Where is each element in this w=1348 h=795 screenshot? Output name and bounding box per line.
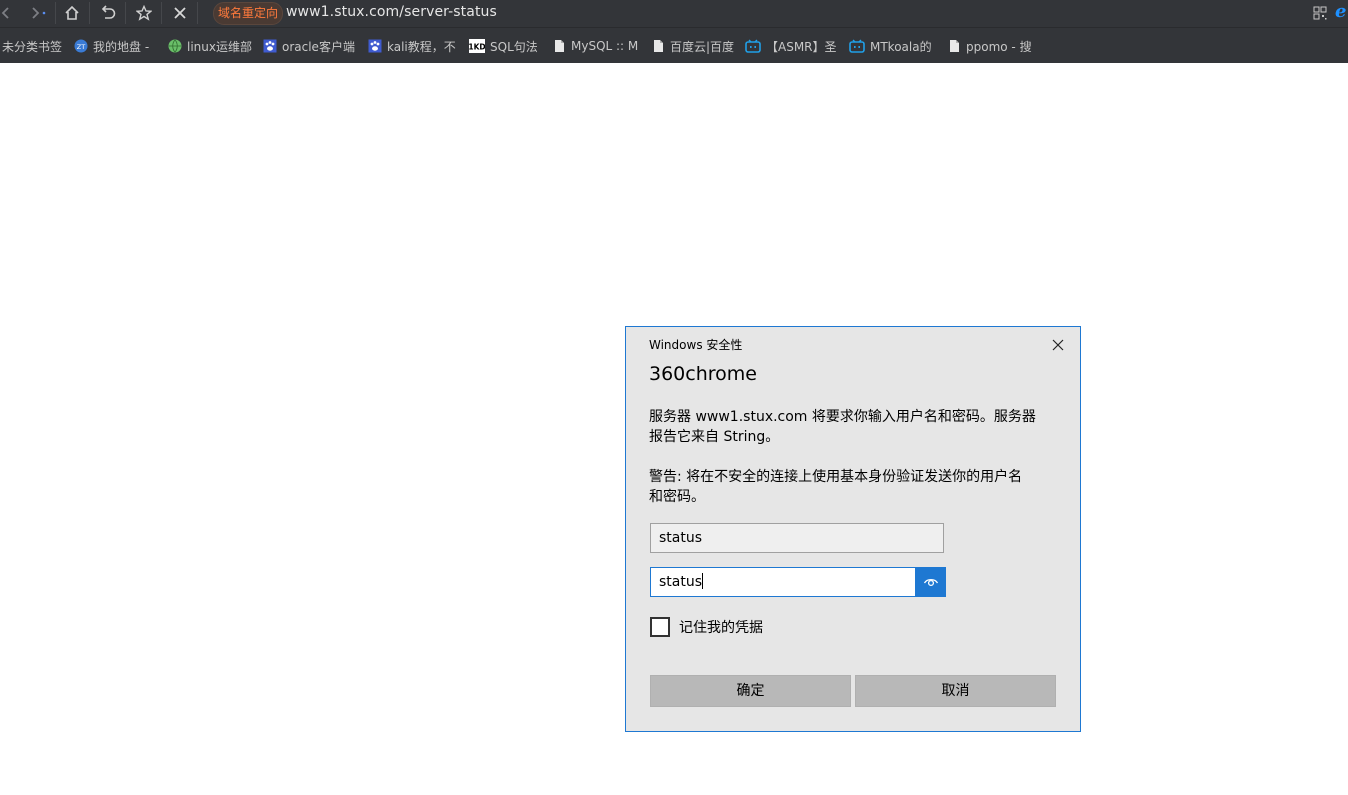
reveal-password-button[interactable]: [916, 567, 946, 597]
bookmark-label: MySQL :: M: [571, 39, 639, 53]
zt-icon-text: ZT: [77, 43, 85, 51]
url-text[interactable]: www1.stux.com/server-status: [286, 4, 497, 20]
redirect-badge[interactable]: 域名重定向: [213, 2, 283, 25]
toolbar-divider: [125, 2, 126, 24]
toolbar-divider: [89, 2, 90, 24]
message-line: 报告它来自 String。: [649, 429, 780, 445]
star-icon[interactable]: [130, 0, 158, 26]
page-icon: [552, 39, 566, 53]
bookmark-label: MTkoala的: [870, 39, 932, 54]
bookmark-item[interactable]: ppomo - 搜: [947, 38, 1032, 54]
cancel-button[interactable]: 取消: [855, 675, 1056, 707]
browser-toolbar: 域名重定向 www1.stux.com/server-status e: [0, 0, 1348, 28]
bookmarks-bar: 未分类书签 ZT 我的地盘 - linux运维部 oracle客户端 kali教…: [0, 28, 1348, 63]
bookmark-folder-unsorted[interactable]: 未分类书签: [2, 38, 62, 54]
back-icon[interactable]: [0, 0, 20, 26]
bookmark-item[interactable]: ZT 我的地盘 -: [74, 38, 149, 54]
bookmark-label: kali教程，不: [387, 39, 456, 54]
warning-line: 警告: 将在不安全的连接上使用基本身份验证发送你的用户名: [649, 469, 1023, 485]
dialog-warning: 警告: 将在不安全的连接上使用基本身份验证发送你的用户名 和密码。: [649, 467, 1059, 507]
bookmark-label: 【ASMR】圣: [766, 39, 837, 54]
bookmark-item[interactable]: 1KD SQL句法: [469, 38, 538, 54]
bookmark-label: oracle客户端: [282, 39, 355, 54]
globe-icon: [168, 39, 182, 53]
undo-icon[interactable]: [94, 0, 122, 26]
bookmark-label: 未分类书签: [2, 39, 63, 54]
bookmark-item[interactable]: MySQL :: M: [552, 38, 638, 54]
warning-line: 和密码。: [649, 489, 705, 505]
toolbar-divider: [55, 2, 56, 24]
remember-checkbox[interactable]: [650, 617, 670, 637]
password-field[interactable]: status: [650, 567, 916, 597]
username-value: status: [659, 530, 703, 546]
close-icon[interactable]: [1048, 335, 1068, 355]
bookmark-item[interactable]: linux运维部: [168, 38, 252, 54]
text-caret: [702, 573, 704, 589]
address-bar[interactable]: 域名重定向 www1.stux.com/server-status: [210, 0, 1300, 26]
1kd-icon-text: 1KD: [469, 43, 485, 52]
bookmark-label: 百度云|百度: [670, 39, 735, 54]
username-field[interactable]: status: [650, 523, 944, 553]
message-line: 服务器 www1.stux.com 将要求你输入用户名和密码。服务器: [649, 409, 1036, 425]
remember-credentials[interactable]: 记住我的凭据: [650, 617, 763, 637]
paw-icon: [368, 39, 382, 53]
toolbar-divider: [197, 2, 198, 24]
page-icon: [651, 39, 665, 53]
windows-security-dialog: Windows 安全性 360chrome 服务器 www1.stux.com …: [625, 326, 1081, 732]
ok-button[interactable]: 确定: [650, 675, 851, 707]
bookmark-item[interactable]: kali教程，不: [368, 38, 456, 54]
page-icon: [947, 39, 961, 53]
bookmark-label: 我的地盘 -: [93, 39, 150, 54]
eye-icon: [923, 576, 939, 588]
bookmark-item[interactable]: 百度云|百度: [651, 38, 734, 54]
bookmark-label: SQL句法: [490, 39, 538, 54]
paw-icon: [263, 39, 277, 53]
zt-icon: ZT: [74, 39, 88, 53]
bilibili-icon: [745, 39, 761, 53]
dialog-title: Windows 安全性: [649, 338, 743, 352]
toolbar-divider: [161, 2, 162, 24]
qr-code-icon[interactable]: [1313, 5, 1327, 24]
bookmark-label: linux运维部: [187, 39, 252, 54]
ie-icon[interactable]: e: [1335, 1, 1346, 22]
forward-icon[interactable]: [24, 0, 52, 26]
bookmark-item[interactable]: 【ASMR】圣: [745, 38, 837, 54]
1kd-icon: 1KD: [469, 39, 485, 53]
stop-close-icon[interactable]: [166, 0, 194, 26]
bookmark-item[interactable]: oracle客户端: [263, 38, 355, 54]
dialog-message: 服务器 www1.stux.com 将要求你输入用户名和密码。服务器 报告它来自…: [649, 407, 1059, 447]
remember-label: 记住我的凭据: [679, 620, 763, 636]
password-value: status: [659, 574, 703, 590]
bookmark-label: ppomo - 搜: [966, 39, 1032, 54]
bookmark-item[interactable]: MTkoala的: [849, 38, 932, 54]
dialog-app-name: 360chrome: [649, 363, 757, 385]
home-icon[interactable]: [58, 0, 86, 26]
bilibili-icon: [849, 39, 865, 53]
